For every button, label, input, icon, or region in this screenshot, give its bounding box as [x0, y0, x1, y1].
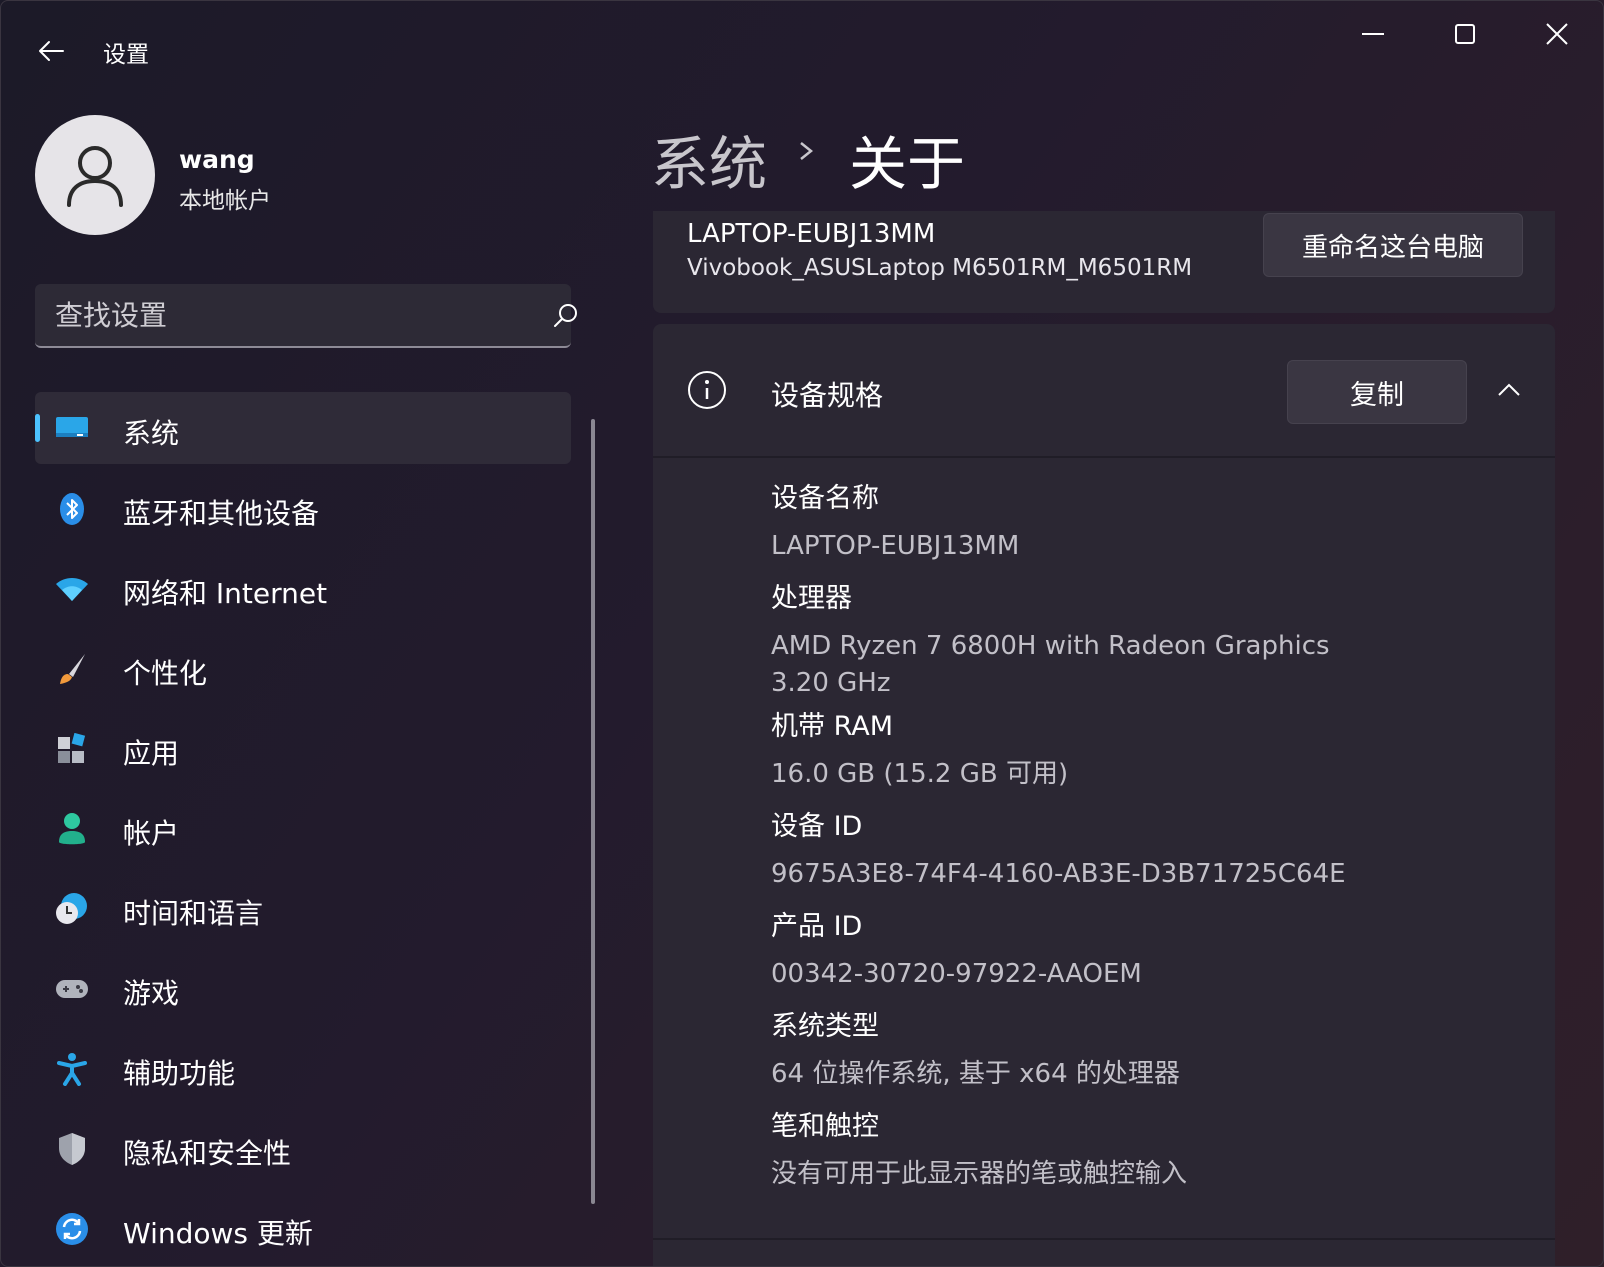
- sidebar-item-network[interactable]: 网络和 Internet: [35, 552, 571, 624]
- spec-label: 处理器: [771, 583, 852, 614]
- chevron-up-icon: [1498, 383, 1520, 396]
- person-icon: [55, 812, 89, 846]
- close-icon: [1546, 23, 1568, 45]
- device-specs-title: 设备规格: [771, 379, 884, 412]
- collapse-button[interactable]: [1489, 370, 1529, 410]
- minimize-icon: [1362, 33, 1384, 35]
- spec-label: 设备 ID: [771, 811, 863, 842]
- sidebar-item-system[interactable]: 系统: [35, 392, 571, 464]
- spec-label: 机带 RAM: [771, 711, 894, 742]
- copy-button[interactable]: 复制: [1287, 360, 1467, 424]
- shield-icon: [55, 1132, 89, 1166]
- rename-pc-button[interactable]: 重命名这台电脑: [1263, 213, 1523, 277]
- maximize-icon: [1455, 24, 1475, 44]
- back-button[interactable]: [31, 31, 71, 71]
- close-button[interactable]: [1522, 11, 1592, 57]
- spec-label: 产品 ID: [771, 911, 863, 942]
- sidebar-item-label: 游戏: [123, 977, 180, 1010]
- spec-value: 16.0 GB (15.2 GB 可用): [771, 759, 1069, 789]
- globe-clock-icon: [55, 892, 89, 926]
- apps-icon: [55, 732, 89, 766]
- spec-value: AMD Ryzen 7 6800H with Radeon Graphics 3…: [771, 631, 1446, 698]
- active-indicator: [35, 414, 40, 442]
- monitor-icon: [55, 412, 89, 446]
- spec-row-device-id: 设备 ID 9675A3E8-74F4-4160-AB3E-D3B71725C6…: [771, 802, 1471, 902]
- accessibility-icon: [55, 1052, 89, 1086]
- maximize-button[interactable]: [1430, 11, 1500, 57]
- pc-name: LAPTOP-EUBJ13MM: [687, 219, 936, 249]
- minimize-button[interactable]: [1338, 11, 1408, 57]
- breadcrumb-parent[interactable]: 系统: [651, 117, 767, 201]
- settings-window: 设置 wang 本地帐户 查找设置 系统 蓝牙和其他设备 网络和 Interne…: [0, 0, 1604, 1267]
- spec-row-device-name: 设备名称 LAPTOP-EUBJ13MM: [771, 474, 1471, 574]
- user-name: wang: [179, 145, 255, 174]
- sidebar-item-label: Windows 更新: [123, 1217, 313, 1250]
- spec-label: 笔和触控: [771, 1111, 879, 1142]
- wifi-icon: [55, 572, 89, 606]
- page-title: 关于: [849, 130, 966, 198]
- sidebar-item-label: 个性化: [123, 657, 208, 690]
- title-bar: 设置: [1, 1, 1603, 101]
- sidebar-item-bluetooth[interactable]: 蓝牙和其他设备: [35, 472, 571, 544]
- gamepad-icon: [55, 972, 89, 1006]
- device-specs-card: 设备规格 复制 设备名称 LAPTOP-EUBJ13MM 处理器 AMD Ryz…: [653, 324, 1555, 1266]
- bluetooth-icon: [55, 492, 89, 526]
- sidebar-item-label: 时间和语言: [123, 897, 264, 930]
- chevron-right-icon: [795, 133, 819, 169]
- sidebar-item-accessibility[interactable]: 辅助功能: [35, 1032, 571, 1104]
- sidebar-item-label: 隐私和安全性: [123, 1137, 292, 1170]
- person-outline-icon: [67, 146, 123, 207]
- sidebar-item-time-language[interactable]: 时间和语言: [35, 872, 571, 944]
- spec-value: 没有可用于此显示器的笔或触控输入: [771, 1159, 1188, 1189]
- sidebar-item-label: 应用: [123, 737, 180, 770]
- spec-row-system-type: 系统类型 64 位操作系统, 基于 x64 的处理器: [771, 1002, 1471, 1102]
- spec-label: 设备名称: [771, 483, 879, 514]
- sidebar-item-personalization[interactable]: 个性化: [35, 632, 571, 704]
- sidebar-item-apps[interactable]: 应用: [35, 712, 571, 784]
- spec-row-product-id: 产品 ID 00342-30720-97922-AAOEM: [771, 902, 1471, 1002]
- spec-value: LAPTOP-EUBJ13MM: [771, 531, 1020, 561]
- arrow-left-icon: [39, 41, 64, 61]
- brush-icon: [55, 652, 89, 686]
- app-title: 设置: [103, 42, 149, 68]
- device-specs-header[interactable]: 设备规格 复制: [653, 324, 1555, 458]
- spec-value: 00342-30720-97922-AAOEM: [771, 959, 1142, 989]
- sidebar-item-accounts[interactable]: 帐户: [35, 792, 571, 864]
- spec-list: 设备名称 LAPTOP-EUBJ13MM 处理器 AMD Ryzen 7 680…: [771, 474, 1471, 1202]
- search-box: [35, 284, 577, 348]
- spec-row-pen-touch: 笔和触控 没有可用于此显示器的笔或触控输入: [771, 1102, 1471, 1202]
- sidebar-nav: 系统 蓝牙和其他设备 网络和 Internet 个性化 应用 帐户 时间和语言 …: [35, 392, 571, 1266]
- sidebar-item-label: 辅助功能: [123, 1057, 236, 1090]
- search-icon[interactable]: [551, 301, 581, 331]
- spec-row-processor: 处理器 AMD Ryzen 7 6800H with Radeon Graphi…: [771, 574, 1471, 702]
- device-name-card: LAPTOP-EUBJ13MM Vivobook_ASUSLaptop M650…: [653, 211, 1555, 313]
- pc-model: Vivobook_ASUSLaptop M6501RM_M6501RM: [687, 255, 1193, 281]
- search-input[interactable]: [55, 296, 495, 334]
- sidebar-scrollbar[interactable]: [591, 419, 595, 1204]
- sidebar-item-privacy[interactable]: 隐私和安全性: [35, 1112, 571, 1184]
- sidebar-item-label: 帐户: [123, 817, 180, 850]
- spec-value: 64 位操作系统, 基于 x64 的处理器: [771, 1059, 1180, 1089]
- update-icon: [55, 1212, 89, 1246]
- sidebar-item-label: 网络和 Internet: [123, 577, 328, 610]
- spec-value: 9675A3E8-74F4-4160-AB3E-D3B71725C64E: [771, 859, 1346, 889]
- sidebar-item-gaming[interactable]: 游戏: [35, 952, 571, 1024]
- avatar[interactable]: [35, 115, 155, 235]
- account-type: 本地帐户: [179, 188, 271, 214]
- sidebar-item-label: 系统: [123, 417, 180, 450]
- sidebar-item-label: 蓝牙和其他设备: [123, 497, 320, 530]
- spec-row-ram: 机带 RAM 16.0 GB (15.2 GB 可用): [771, 702, 1471, 802]
- sidebar-item-windows-update[interactable]: Windows 更新: [35, 1192, 571, 1264]
- info-icon: [687, 370, 727, 410]
- spec-label: 系统类型: [771, 1011, 879, 1042]
- divider: [653, 1238, 1555, 1240]
